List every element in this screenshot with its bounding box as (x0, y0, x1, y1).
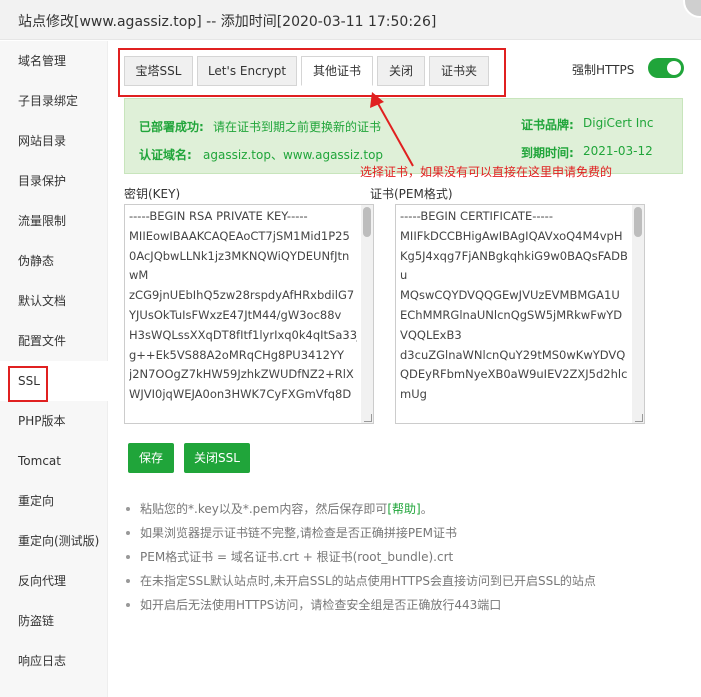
key-textarea[interactable]: -----BEGIN RSA PRIVATE KEY----- MIIEowIB… (124, 204, 374, 424)
sidebar-item-traffic[interactable]: 流量限制 (0, 201, 108, 241)
sidebar-item-tomcat[interactable]: Tomcat (0, 441, 108, 481)
sidebar-item-domain[interactable]: 域名管理 (0, 41, 108, 81)
resize-handle-icon[interactable] (635, 414, 643, 422)
bullet-icon (126, 603, 130, 607)
key-content: -----BEGIN RSA PRIVATE KEY----- MIIEowIB… (129, 209, 357, 402)
force-https-label: 强制HTTPS (572, 63, 635, 77)
sidebar-item-hotlink[interactable]: 防盗链 (0, 601, 108, 641)
close-ssl-button[interactable]: 关闭SSL (184, 443, 250, 473)
deployed-text: 请在证书到期之前更换新的证书 (213, 120, 382, 134)
sidebar-item-default-doc[interactable]: 默认文档 (0, 281, 108, 321)
dialog-title: 站点修改[www.agassiz.top] -- 添加时间[2020-03-11… (18, 14, 437, 30)
sidebar-item-response-log[interactable]: 响应日志 (0, 641, 108, 681)
tips-list: 粘贴您的*.key以及*.pem内容，然后保存即可[帮助]。 如果浏览器提示证书… (122, 497, 692, 617)
sidebar-item-redirect-beta[interactable]: 重定向(测试版) (0, 521, 108, 561)
sidebar-item-site-dir[interactable]: 网站目录 (0, 121, 108, 161)
tip-text: 在未指定SSL默认站点时,未开启SSL的站点使用HTTPS会直接访问到已开启SS… (140, 574, 596, 588)
resize-handle-icon[interactable] (364, 414, 372, 422)
key-scroll-thumb[interactable] (363, 207, 371, 237)
bullet-icon (126, 555, 130, 559)
cert-scrollbar[interactable] (632, 205, 644, 423)
domain-label: 认证域名: (139, 148, 192, 162)
tip-text: 如果浏览器提示证书链不完整,请检查是否正确拼接PEM证书 (140, 526, 457, 540)
brand-value: DigiCert Inc (583, 116, 654, 130)
domain-value: agassiz.top、www.agassiz.top (203, 148, 384, 162)
cert-label: 证书(PEM格式) (370, 187, 453, 201)
sidebar-item-proxy[interactable]: 反向代理 (0, 561, 108, 601)
sidebar-item-redirect[interactable]: 重定向 (0, 481, 108, 521)
sidebar-item-rewrite[interactable]: 伪静态 (0, 241, 108, 281)
tip-item: 如果浏览器提示证书链不完整,请检查是否正确拼接PEM证书 (122, 521, 692, 545)
main-panel: 宝塔SSL Let's Encrypt 其他证书 关闭 证书夹 强制HTTPS … (108, 41, 701, 697)
help-link[interactable]: [帮助] (387, 502, 420, 516)
cert-scroll-thumb[interactable] (634, 207, 642, 237)
expiry-value: 2021-03-12 (583, 144, 653, 158)
key-label: 密钥(KEY) (124, 187, 181, 201)
deployed-label: 已部署成功: (139, 120, 204, 134)
bullet-icon (126, 531, 130, 535)
tip-text: 如开启后无法使用HTTPS访问，请检查安全组是否正确放行443端口 (140, 598, 502, 612)
tip-text: 粘贴您的*.key以及*.pem内容，然后保存即可 (140, 502, 388, 516)
sidebar-item-config[interactable]: 配置文件 (0, 321, 108, 361)
bullet-icon (126, 579, 130, 583)
expiry-label: 到期时间: (521, 146, 574, 160)
save-button[interactable]: 保存 (128, 443, 174, 473)
bullet-icon (126, 507, 130, 511)
tip-item: 如开启后无法使用HTTPS访问，请检查安全组是否正确放行443端口 (122, 593, 692, 617)
force-https-toggle[interactable] (648, 58, 684, 78)
tip-suffix: 。 (420, 502, 433, 516)
tip-item: 在未指定SSL默认站点时,未开启SSL的站点使用HTTPS会直接访问到已开启SS… (122, 569, 692, 593)
tip-item: 粘贴您的*.key以及*.pem内容，然后保存即可[帮助]。 (122, 497, 692, 521)
cert-textarea[interactable]: -----BEGIN CERTIFICATE----- MIIFkDCCBHig… (395, 204, 645, 424)
cert-content: -----BEGIN CERTIFICATE----- MIIFkDCCBHig… (400, 209, 628, 402)
ssl-highlight-box (8, 366, 48, 402)
sidebar-item-php[interactable]: PHP版本 (0, 401, 108, 441)
brand-label: 证书品牌: (521, 118, 574, 132)
annotation-text: 选择证书，如果没有可以直接在这里申请免费的 (360, 165, 613, 179)
dialog-titlebar: 站点修改[www.agassiz.top] -- 添加时间[2020-03-11… (0, 0, 701, 40)
sidebar-item-dir-protect[interactable]: 目录保护 (0, 161, 108, 201)
tip-text: PEM格式证书 = 域名证书.crt + 根证书(root_bundle).cr… (140, 550, 454, 564)
tip-item: PEM格式证书 = 域名证书.crt + 根证书(root_bundle).cr… (122, 545, 692, 569)
sidebar-item-subdir[interactable]: 子目录绑定 (0, 81, 108, 121)
key-scrollbar[interactable] (361, 205, 373, 423)
toggle-knob (667, 61, 681, 75)
tabs-highlight-box (118, 48, 506, 97)
